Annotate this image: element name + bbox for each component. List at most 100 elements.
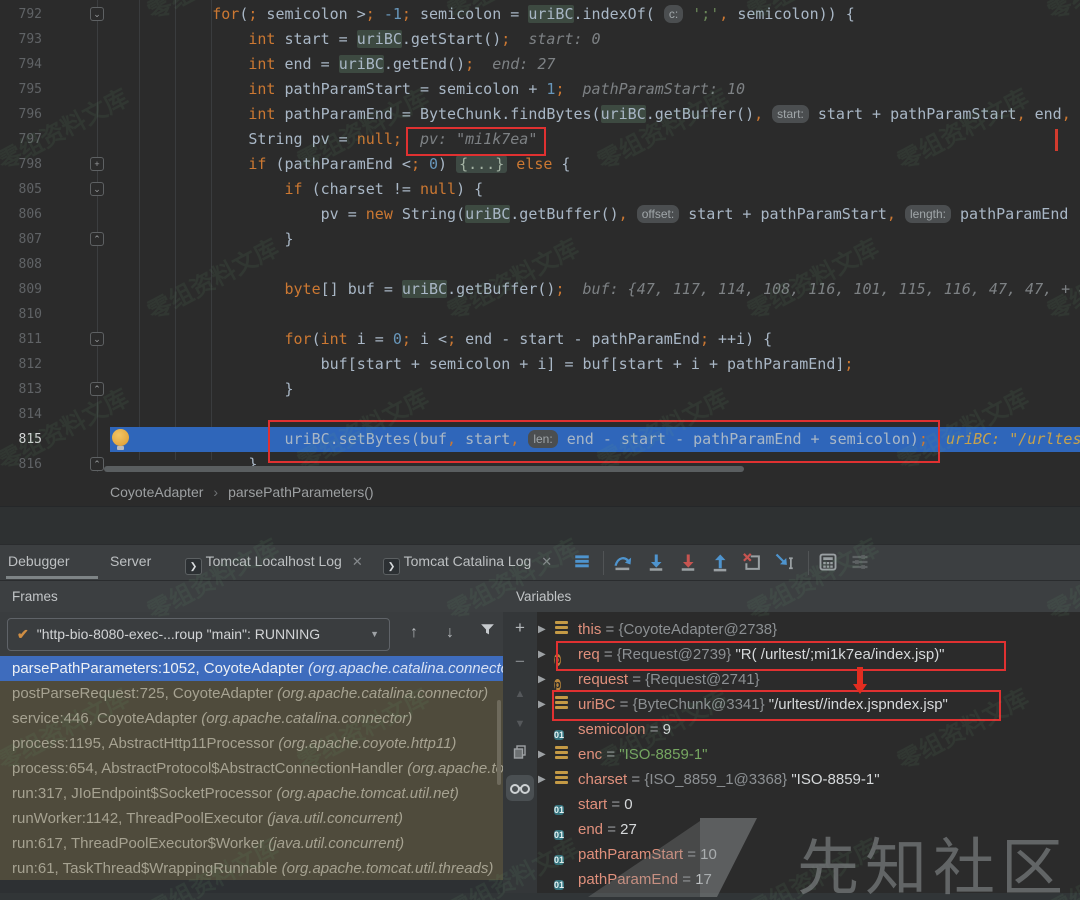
- show-watches-glasses-icon[interactable]: [506, 775, 534, 801]
- field-icon: [554, 621, 570, 637]
- expand-arrow-icon[interactable]: ▶: [538, 667, 546, 692]
- code-line[interactable]: [0, 252, 1080, 277]
- tab-tomcat-catalina-log[interactable]: ❯ Tomcat Catalina Log✕: [383, 545, 552, 578]
- variable-row-semicolon[interactable]: 01semicolon = 9: [537, 717, 1080, 742]
- code-editor[interactable]: 792⌄793794795796797798+805⌄806807⌃808809…: [0, 0, 1080, 478]
- frame-up-button[interactable]: ↑: [410, 622, 418, 644]
- prim-icon: 01: [554, 721, 570, 737]
- code-line[interactable]: if (charset != null) {: [0, 177, 1080, 202]
- prim-icon: 01: [554, 821, 570, 837]
- code-line[interactable]: for(; semicolon >; -1; semicolon = uriBC…: [0, 2, 1080, 27]
- debug-toolwindow-header: [0, 506, 1080, 545]
- param-icon: p: [554, 646, 570, 662]
- prim-icon: 01: [554, 871, 570, 887]
- frame-row[interactable]: parsePathParameters:1052, CoyoteAdapter …: [0, 656, 503, 681]
- toolwindow-tabbar: Debugger Server ❯ Tomcat Localhost Log✕ ❯ T…: [0, 544, 1080, 581]
- close-icon[interactable]: ✕: [541, 554, 552, 569]
- expand-arrow-icon[interactable]: ▶: [538, 617, 546, 642]
- expand-arrow-icon[interactable]: ▶: [538, 642, 546, 667]
- annotation-arrow-down: [857, 667, 863, 685]
- frames-panel: ✔"http-bio-8080-exec-...roup "main": RUN…: [0, 612, 503, 900]
- remove-watch-button[interactable]: −: [503, 652, 537, 672]
- run-to-cursor-icon[interactable]: [774, 552, 796, 574]
- variables-panel: ▶this = {CoyoteAdapter@2738}▶preq = {Req…: [537, 612, 1080, 900]
- code-line[interactable]: uriBC.setBytes(buf, start, len: end - st…: [0, 427, 1080, 452]
- frame-down-button[interactable]: ↓: [446, 622, 454, 644]
- code-line[interactable]: buf[start + semicolon + i] = buf[start +…: [0, 352, 1080, 377]
- code-line[interactable]: [0, 402, 1080, 427]
- filter-funnel-icon[interactable]: [479, 621, 496, 645]
- move-up-button[interactable]: ▲: [503, 688, 537, 700]
- code-line[interactable]: }: [0, 377, 1080, 402]
- error-stripe-mark: [1055, 129, 1058, 151]
- variable-row-charset[interactable]: ▶charset = {ISO_8859_1@3368} "ISO-8859-1…: [537, 767, 1080, 792]
- variable-row-req[interactable]: ▶preq = {Request@2739} "R( /urltest/;mi1…: [537, 642, 1080, 667]
- layout-settings-icon: [850, 552, 872, 574]
- tab-debugger[interactable]: Debugger: [8, 545, 70, 578]
- force-step-into-icon[interactable]: [678, 552, 700, 574]
- active-tab-underline: [6, 576, 98, 579]
- expand-arrow-icon[interactable]: ▶: [538, 742, 546, 767]
- frame-row[interactable]: postParseRequest:725, CoyoteAdapter (org…: [0, 681, 503, 706]
- step-out-icon[interactable]: [710, 552, 732, 574]
- frame-row[interactable]: service:446, CoyoteAdapter (org.apache.c…: [0, 706, 503, 731]
- variable-row-pathParamStart[interactable]: 01pathParamStart = 10: [537, 842, 1080, 867]
- code-line[interactable]: String pv = null; pv: "mi1k7ea": [0, 127, 1080, 152]
- console-icon: ❯: [185, 558, 202, 575]
- variables-panel-title: Variables: [516, 581, 571, 613]
- field-icon: [554, 771, 570, 787]
- tab-server[interactable]: Server: [110, 545, 151, 578]
- breadcrumb-separator: ›: [213, 484, 218, 500]
- thread-label: "http-bio-8080-exec-...roup "main": RUNN…: [37, 626, 320, 642]
- breakpoints-menu-icon[interactable]: [573, 552, 595, 574]
- chevron-down-icon: ▼: [370, 619, 379, 650]
- expand-arrow-icon[interactable]: ▶: [538, 767, 546, 792]
- duplicate-icon[interactable]: [503, 744, 537, 765]
- add-watch-button[interactable]: +: [503, 618, 537, 638]
- step-over-icon[interactable]: [613, 552, 635, 574]
- frame-row[interactable]: run:317, JIoEndpoint$SocketProcessor (or…: [0, 781, 503, 806]
- prim-icon: 01: [554, 846, 570, 862]
- frame-row[interactable]: runWorker:1142, ThreadPoolExecutor (java…: [0, 806, 503, 831]
- frame-row[interactable]: run:617, ThreadPoolExecutor$Worker (java…: [0, 831, 503, 856]
- expand-arrow-icon[interactable]: ▶: [538, 692, 546, 717]
- code-line[interactable]: for(int i = 0; i <; end - start - pathPa…: [0, 327, 1080, 352]
- step-into-icon[interactable]: [646, 552, 668, 574]
- frame-row[interactable]: process:1195, AbstractHttp11Processor (o…: [0, 731, 503, 756]
- thread-selector-dropdown[interactable]: ✔"http-bio-8080-exec-...roup "main": RUN…: [7, 618, 390, 651]
- move-down-button[interactable]: ▼: [503, 718, 537, 730]
- breadcrumb-method[interactable]: parsePathParameters(): [228, 484, 374, 500]
- code-line[interactable]: pv = new String(uriBC.getBuffer(), offse…: [0, 202, 1080, 227]
- toolbar-separator: [603, 551, 604, 575]
- code-line[interactable]: int end = uriBC.getEnd(); end: 27: [0, 52, 1080, 77]
- variable-row-end[interactable]: 01end = 27: [537, 817, 1080, 842]
- variable-row-pathParamEnd[interactable]: 01pathParamEnd = 17: [537, 867, 1080, 892]
- tab-tomcat-localhost-log[interactable]: ❯ Tomcat Localhost Log✕: [185, 545, 363, 578]
- variable-row-request[interactable]: ▶prequest = {Request@2741}: [537, 667, 1080, 692]
- console-icon: ❯: [383, 558, 400, 575]
- frame-row[interactable]: process:654, AbstractProtocol$AbstractCo…: [0, 756, 503, 781]
- field-icon: [554, 696, 570, 712]
- frames-scrollbar[interactable]: [497, 700, 501, 785]
- variable-row-this[interactable]: ▶this = {CoyoteAdapter@2738}: [537, 617, 1080, 642]
- code-line[interactable]: byte[] buf = uriBC.getBuffer(); buf: {47…: [0, 277, 1080, 302]
- code-line[interactable]: }: [0, 452, 1080, 477]
- close-icon[interactable]: ✕: [352, 554, 363, 569]
- variable-row-enc[interactable]: ▶enc = "ISO-8859-1": [537, 742, 1080, 767]
- code-line[interactable]: int pathParamStart = semicolon + 1; path…: [0, 77, 1080, 102]
- toolbar-separator: [808, 551, 809, 575]
- variable-row-start[interactable]: 01start = 0: [537, 792, 1080, 817]
- ide-debugger-window: 792⌄793794795796797798+805⌄806807⌃808809…: [0, 0, 1080, 900]
- code-line[interactable]: }: [0, 227, 1080, 252]
- code-line[interactable]: if (pathParamEnd <; 0) {...} else {: [0, 152, 1080, 177]
- variable-row-uriBC[interactable]: ▶uriBC = {ByteChunk@3341} "/urltest//ind…: [537, 692, 1080, 717]
- drop-frame-icon[interactable]: [742, 552, 764, 574]
- field-icon: [554, 746, 570, 762]
- code-line[interactable]: [0, 302, 1080, 327]
- horizontal-scrollbar[interactable]: [104, 466, 744, 472]
- code-line[interactable]: int pathParamEnd = ByteChunk.findBytes(u…: [0, 102, 1080, 127]
- breadcrumb-class[interactable]: CoyoteAdapter: [110, 484, 203, 500]
- evaluate-expression-icon[interactable]: [818, 552, 840, 574]
- code-line[interactable]: int start = uriBC.getStart(); start: 0: [0, 27, 1080, 52]
- frame-row[interactable]: run:61, TaskThread$WrappingRunnable (org…: [0, 856, 503, 881]
